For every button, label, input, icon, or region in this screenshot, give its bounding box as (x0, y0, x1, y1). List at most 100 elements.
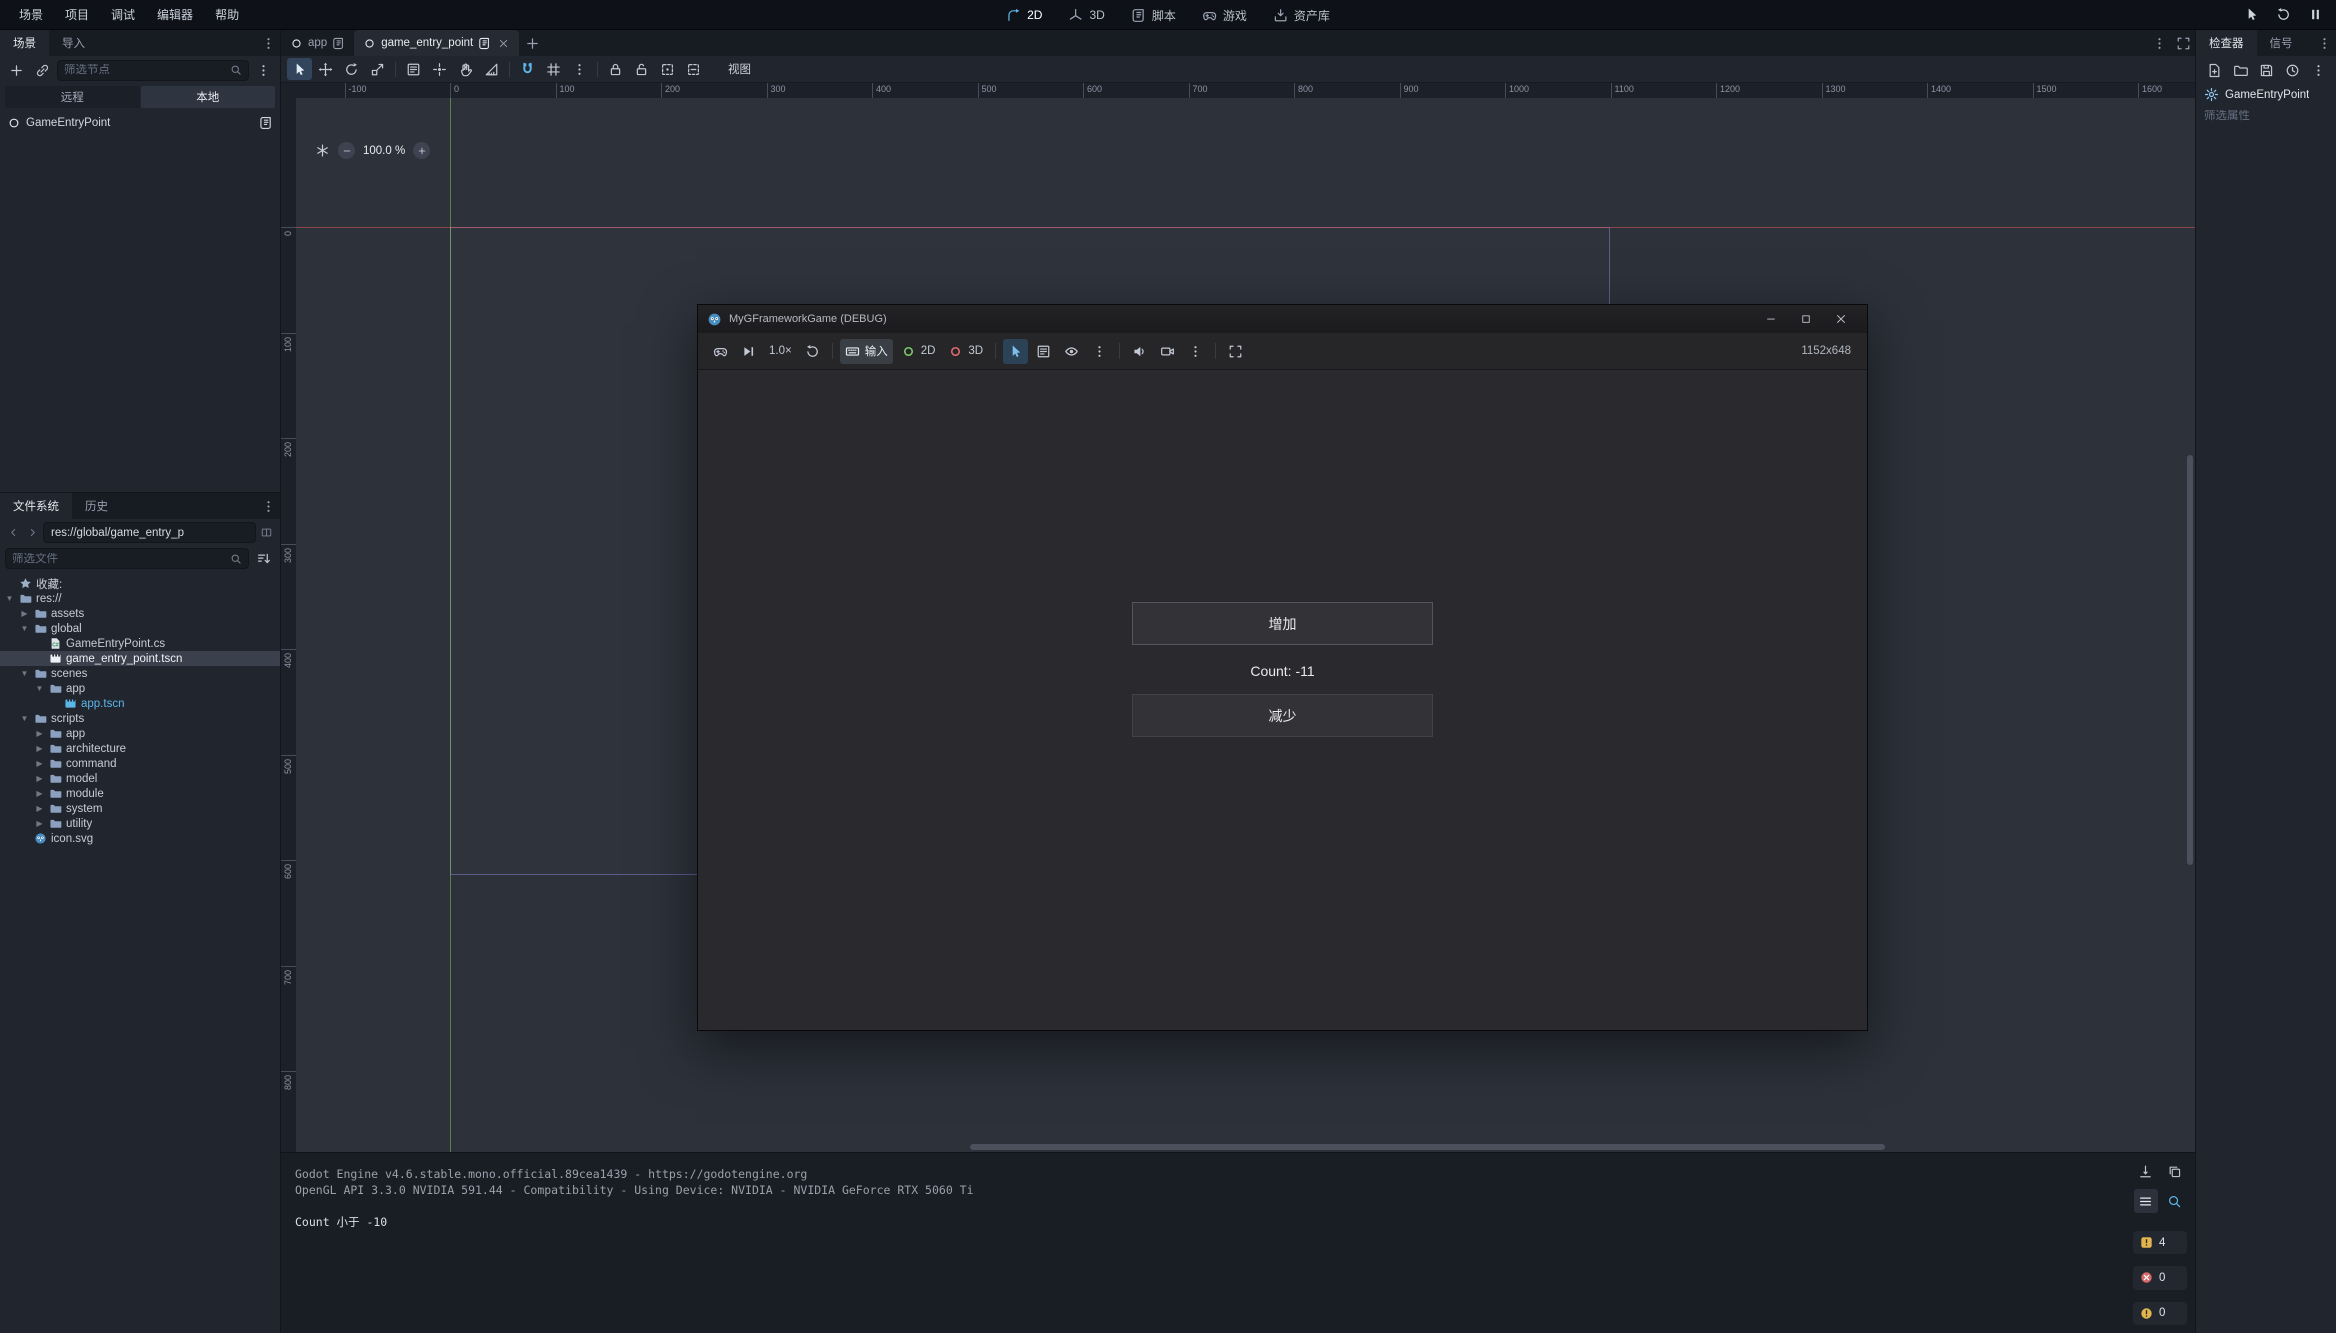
menu-scene[interactable]: 场景 (8, 0, 54, 30)
view-menu[interactable]: 视图 (719, 61, 760, 77)
search-log-toggle[interactable] (2163, 1189, 2187, 1213)
game-window-titlebar[interactable]: MyGFrameworkGame (DEBUG) (698, 305, 1867, 333)
fs-item[interactable]: C#GameEntryPoint.cs (0, 636, 280, 651)
viewport-vertical-scrollbar[interactable] (2185, 98, 2195, 1152)
expand-arrow-icon[interactable]: ▶ (34, 730, 45, 738)
menu-help[interactable]: 帮助 (204, 0, 250, 30)
pivot-tool[interactable] (427, 58, 452, 80)
zoom-level-label[interactable]: 100.0 % (363, 145, 405, 157)
fs-item[interactable]: ▼scenes (0, 666, 280, 681)
reset-speed-button[interactable] (800, 339, 825, 364)
mute-audio-button[interactable] (1127, 339, 1152, 364)
expand-arrow-icon[interactable]: ▼ (4, 595, 15, 603)
close-button[interactable] (1823, 305, 1858, 333)
fs-item[interactable]: game_entry_point.tscn (0, 651, 280, 666)
wrap-lines-toggle[interactable] (2134, 1189, 2158, 1213)
unlock-button[interactable] (629, 58, 654, 80)
camera-override-button[interactable] (1155, 339, 1180, 364)
expand-arrow-icon[interactable]: ▶ (34, 820, 45, 828)
fs-item[interactable]: ▼scripts (0, 711, 280, 726)
input-mode-button[interactable]: 输入 (840, 339, 893, 364)
fs-item[interactable]: ▼global (0, 621, 280, 636)
zoom-out-button[interactable] (338, 142, 355, 159)
local-tab[interactable]: 本地 (141, 86, 276, 108)
camera-options-menu[interactable] (1183, 339, 1208, 364)
current-path-input[interactable] (51, 527, 248, 539)
close-tab-button[interactable] (496, 36, 510, 50)
fs-item[interactable]: ▶module (0, 786, 280, 801)
expand-arrow-icon[interactable]: ▶ (34, 805, 45, 813)
speed-menu[interactable]: 1.0× (764, 339, 797, 364)
menu-project[interactable]: 项目 (54, 0, 100, 30)
snap-options-menu[interactable] (567, 58, 592, 80)
ruler-tool[interactable] (479, 58, 504, 80)
fs-item[interactable]: ▼app (0, 681, 280, 696)
filesystem-dock-tab[interactable]: 历史 (72, 493, 121, 519)
zoom-in-button[interactable] (413, 142, 430, 159)
output-log[interactable]: Godot Engine v4.6.stable.mono.official.8… (281, 1153, 2125, 1333)
context-game[interactable]: 游戏 (1190, 0, 1259, 30)
history-button[interactable] (2282, 60, 2302, 80)
warnings-badge[interactable]: 0 (2133, 1302, 2187, 1325)
inspector-dock-tab[interactable]: 检查器 (2196, 30, 2257, 56)
expand-arrow-icon[interactable]: ▼ (19, 715, 30, 723)
increase-button[interactable]: 增加 (1132, 602, 1433, 645)
lock-button[interactable] (603, 58, 628, 80)
mode-2d-button[interactable]: 2D (896, 339, 941, 364)
expand-arrow-icon[interactable]: ▼ (19, 670, 30, 678)
scene-tabs-menu[interactable] (2147, 30, 2171, 56)
errors-badge[interactable]: 0 (2133, 1266, 2187, 1289)
scene-dock-tab[interactable]: 导入 (49, 30, 98, 56)
history-back-button[interactable] (5, 523, 22, 543)
file-filter-input[interactable] (12, 553, 226, 565)
fs-item[interactable]: 收藏: (0, 576, 280, 591)
fs-item[interactable]: icon.svg (0, 831, 280, 846)
filesystem-dock-options-menu[interactable] (256, 493, 280, 519)
save-log-button[interactable] (2134, 1159, 2158, 1183)
move-tool[interactable] (313, 58, 338, 80)
fs-item[interactable]: ▶model (0, 771, 280, 786)
selection-list-button[interactable] (1031, 339, 1056, 364)
scene-dock-menu[interactable] (252, 60, 275, 81)
context-assetlib[interactable]: 资产库 (1261, 0, 1342, 30)
embed-fullscreen-button[interactable] (1223, 339, 1248, 364)
inspector-dock-tab[interactable]: 信号 (2257, 30, 2306, 56)
rotate-tool[interactable] (339, 58, 364, 80)
filesystem-dock-tab[interactable]: 文件系统 (0, 493, 72, 519)
ungroup-button[interactable] (681, 58, 706, 80)
inspected-node-row[interactable]: GameEntryPoint (2196, 84, 2336, 105)
property-filter-input[interactable] (2204, 110, 2328, 122)
fs-item[interactable]: ▶app (0, 726, 280, 741)
instance-scene-button[interactable] (31, 60, 54, 81)
toggle-split-mode-button[interactable] (258, 523, 275, 543)
list-select-tool[interactable] (401, 58, 426, 80)
pick-mode-button[interactable] (1003, 339, 1028, 364)
visibility-button[interactable] (1059, 339, 1084, 364)
fs-item[interactable]: ▼res:// (0, 591, 280, 606)
fs-item[interactable]: app.tscn (0, 696, 280, 711)
history-forward-button[interactable] (24, 523, 41, 543)
select-tool[interactable] (287, 58, 312, 80)
maximize-button[interactable] (1788, 305, 1823, 333)
fs-item[interactable]: ▶assets (0, 606, 280, 621)
smart-snap-toggle[interactable] (515, 58, 540, 80)
next-frame-button[interactable] (736, 339, 761, 364)
expand-arrow-icon[interactable]: ▼ (19, 625, 30, 633)
viewport-horizontal-scrollbar[interactable] (296, 1142, 2195, 1152)
context-script[interactable]: 脚本 (1119, 0, 1188, 30)
scene-dock-options-menu[interactable] (256, 30, 280, 56)
scrollbar-thumb[interactable] (2187, 455, 2193, 865)
decrease-button[interactable]: 减少 (1132, 694, 1433, 737)
expand-arrow-icon[interactable]: ▶ (34, 760, 45, 768)
menu-editor[interactable]: 编辑器 (146, 0, 204, 30)
grid-snap-toggle[interactable] (541, 58, 566, 80)
inspector-options-menu[interactable] (2308, 60, 2328, 80)
expand-arrow-icon[interactable]: ▶ (34, 775, 45, 783)
debugger-errors-badge[interactable]: 4 (2133, 1231, 2187, 1254)
scene-tab[interactable]: game_entry_point (354, 30, 519, 56)
context-2d[interactable]: 2D (994, 0, 1054, 30)
attached-script-icon[interactable] (259, 116, 273, 130)
resource-save-button[interactable] (2256, 60, 2276, 80)
mode-3d-button[interactable]: 3D (943, 339, 988, 364)
expand-arrow-icon[interactable]: ▼ (34, 685, 45, 693)
